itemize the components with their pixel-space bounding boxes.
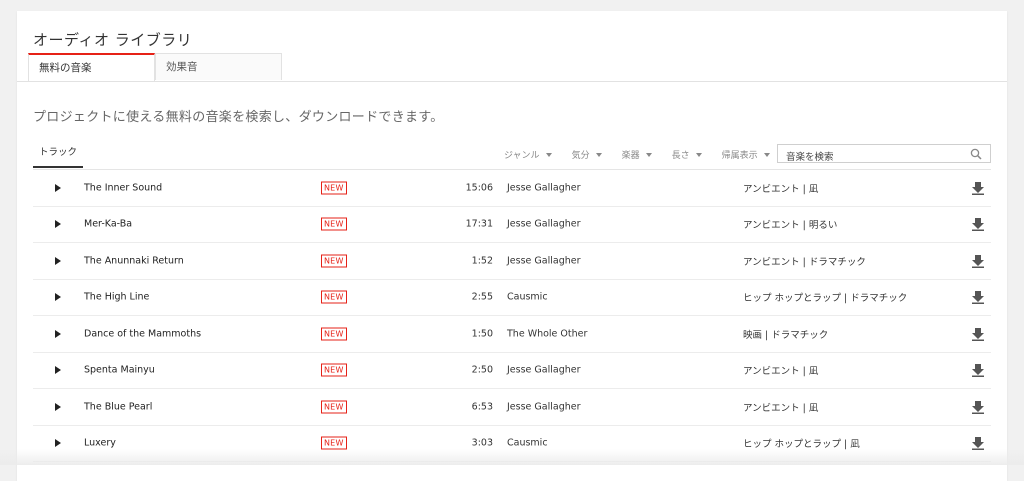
track-duration: 2:50 bbox=[471, 364, 493, 376]
filter-attribution-label: 帰属表示 bbox=[721, 151, 758, 161]
filter-mood-label: 気分 bbox=[571, 151, 590, 161]
download-icon[interactable] bbox=[971, 254, 985, 268]
track-duration: 15:06 bbox=[465, 182, 493, 194]
caret-down-icon bbox=[645, 152, 652, 157]
bottom-fade bbox=[0, 449, 1024, 465]
tab-tracks[interactable]: トラック bbox=[33, 144, 83, 168]
audio-library-card: オーディオ ライブラリ 無料の音楽 効果音 プロジェクトに使える無料の音楽を検索… bbox=[17, 11, 1007, 481]
play-icon[interactable] bbox=[55, 366, 61, 375]
filter-bar: トラック ジャンル 気分 楽器 長さ 帰属表示 bbox=[33, 144, 991, 170]
new-badge: NEW bbox=[321, 400, 347, 414]
play-icon[interactable] bbox=[55, 402, 61, 411]
track-artist: Jesse Gallagher bbox=[507, 401, 581, 413]
track-title: The High Line bbox=[84, 291, 150, 303]
new-badge: NEW bbox=[321, 181, 347, 195]
track-title: Mer-Ka-Ba bbox=[84, 218, 133, 230]
track-title: Luxery bbox=[84, 437, 116, 449]
track-artist: The Whole Other bbox=[507, 328, 588, 340]
download-icon[interactable] bbox=[971, 290, 985, 305]
table-row: The High Line NEW 2:55 Causmic ヒップ ホップとラ… bbox=[33, 280, 991, 316]
table-row: Spenta Mainyu NEW 2:50 Jesse Gallagher ア… bbox=[33, 353, 991, 389]
track-duration: 3:03 bbox=[471, 437, 493, 449]
filter-instrument-dropdown[interactable]: 楽器 bbox=[622, 148, 652, 161]
table-row: The Inner Sound NEW 15:06 Jesse Gallaghe… bbox=[33, 170, 991, 207]
play-icon[interactable] bbox=[55, 220, 61, 229]
filter-genre-label: ジャンル bbox=[504, 151, 540, 161]
track-duration: 1:50 bbox=[471, 328, 493, 340]
download-icon[interactable] bbox=[971, 327, 985, 341]
track-artist: Jesse Gallagher bbox=[507, 255, 581, 267]
table-row: Dance of the Mammoths NEW 1:50 The Whole… bbox=[33, 316, 991, 353]
caret-down-icon bbox=[545, 152, 552, 157]
caret-down-icon bbox=[595, 152, 602, 157]
download-icon[interactable] bbox=[971, 217, 985, 232]
track-artist: Jesse Gallagher bbox=[507, 182, 581, 194]
search-icon[interactable] bbox=[970, 148, 982, 160]
track-artist: Jesse Gallagher bbox=[507, 218, 581, 230]
track-artist: Jesse Gallagher bbox=[507, 364, 581, 376]
table-row: The Blue Pearl NEW 6:53 Jesse Gallagher … bbox=[33, 389, 991, 426]
track-duration: 1:52 bbox=[471, 255, 493, 267]
filter-attribution-dropdown[interactable]: 帰属表示 bbox=[722, 148, 770, 161]
tab-free-music[interactable]: 無料の音楽 bbox=[28, 53, 155, 82]
track-title: The Blue Pearl bbox=[84, 401, 153, 413]
track-genre: アンビエント | 明るい bbox=[743, 220, 838, 232]
track-genre: アンビエント | 凪 bbox=[743, 402, 819, 414]
track-duration: 17:31 bbox=[465, 218, 493, 230]
tabs-divider bbox=[17, 81, 1007, 82]
track-title: Spenta Mainyu bbox=[84, 364, 155, 376]
filter-instrument-label: 楽器 bbox=[621, 151, 640, 161]
tab-sound-effects[interactable]: 効果音 bbox=[155, 53, 282, 80]
track-genre: アンビエント | 凪 bbox=[743, 183, 819, 195]
download-icon[interactable] bbox=[971, 363, 985, 378]
filter-duration-dropdown[interactable]: 長さ bbox=[672, 148, 702, 161]
new-badge: NEW bbox=[321, 254, 347, 268]
table-row: Mer-Ka-Ba NEW 17:31 Jesse Gallagher アンビエ… bbox=[33, 207, 991, 243]
track-list: The Inner Sound NEW 15:06 Jesse Gallaghe… bbox=[33, 170, 991, 462]
filter-genre-dropdown[interactable]: ジャンル bbox=[504, 148, 552, 161]
download-icon[interactable] bbox=[971, 400, 985, 414]
page-description: プロジェクトに使える無料の音楽を検索し、ダウンロードできます。 bbox=[33, 110, 444, 125]
play-icon[interactable] bbox=[55, 329, 61, 338]
play-icon[interactable] bbox=[55, 183, 61, 192]
track-genre: アンビエント | 凪 bbox=[743, 366, 819, 378]
play-icon[interactable] bbox=[55, 293, 61, 302]
tab-bar: 無料の音楽 効果音 bbox=[28, 53, 282, 82]
track-duration: 6:53 bbox=[471, 401, 493, 413]
filter-duration-label: 長さ bbox=[671, 151, 690, 161]
play-icon[interactable] bbox=[55, 256, 61, 265]
caret-down-icon bbox=[763, 152, 770, 157]
track-genre: ヒップ ホップとラップ | ドラマチック bbox=[743, 293, 908, 305]
play-icon[interactable] bbox=[55, 439, 61, 448]
new-badge: NEW bbox=[321, 290, 347, 304]
filter-dropdowns: ジャンル 気分 楽器 長さ 帰属表示 bbox=[504, 148, 790, 161]
new-badge: NEW bbox=[321, 436, 347, 450]
caret-down-icon bbox=[695, 152, 702, 157]
search-input[interactable] bbox=[778, 149, 966, 166]
filter-mood-dropdown[interactable]: 気分 bbox=[572, 148, 602, 161]
track-artist: Causmic bbox=[507, 437, 548, 449]
track-title: The Anunnaki Return bbox=[84, 255, 184, 267]
search-box bbox=[777, 144, 991, 166]
track-duration: 2:55 bbox=[471, 291, 493, 303]
page-title: オーディオ ライブラリ bbox=[33, 31, 193, 49]
track-title: The Inner Sound bbox=[84, 182, 163, 194]
new-badge: NEW bbox=[321, 327, 347, 341]
track-genre: アンビエント | ドラマチック bbox=[743, 256, 866, 268]
new-badge: NEW bbox=[321, 217, 347, 231]
track-artist: Causmic bbox=[507, 291, 548, 303]
track-genre: 映画 | ドラマチック bbox=[743, 329, 829, 341]
table-row: The Anunnaki Return NEW 1:52 Jesse Galla… bbox=[33, 243, 991, 280]
new-badge: NEW bbox=[321, 363, 347, 377]
download-icon[interactable] bbox=[971, 181, 985, 195]
track-title: Dance of the Mammoths bbox=[84, 328, 202, 340]
